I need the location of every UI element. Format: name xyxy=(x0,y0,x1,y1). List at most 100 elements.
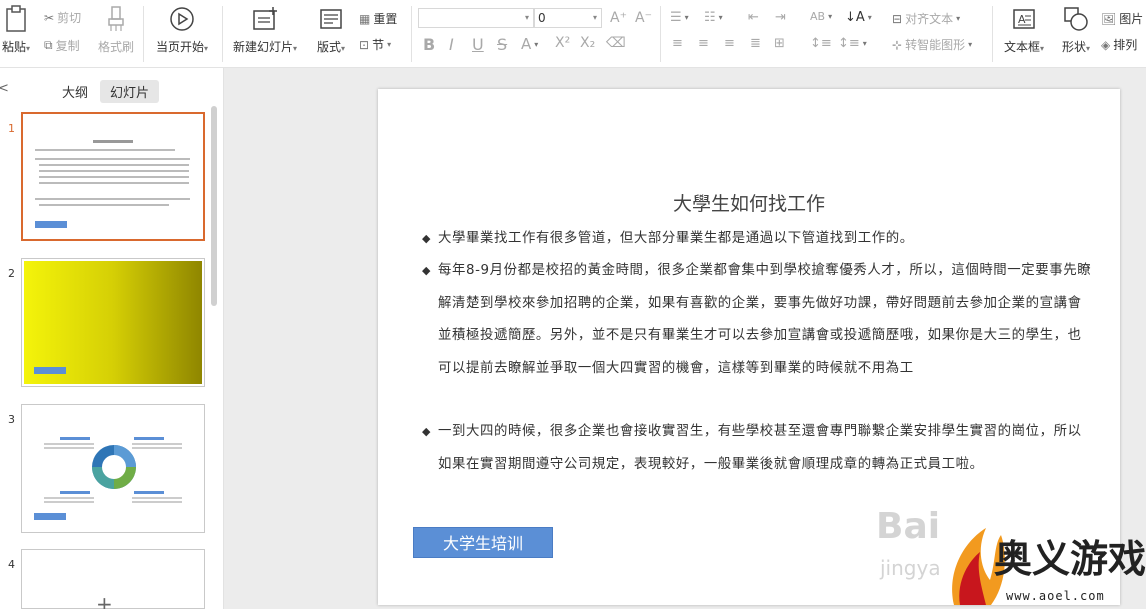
slide-bullet-1[interactable]: ◆ 大學畢業找工作有很多管道，但大部分畢業生都是通過以下管道找到工作的。 xyxy=(422,223,1092,256)
layers-icon: ◈ xyxy=(1101,37,1111,52)
font-color-button[interactable]: A ▾ xyxy=(521,35,538,53)
site-logo-icon: 奥义游戏网 www.aoel.com xyxy=(952,528,1146,605)
justify-icon: ≣ xyxy=(750,36,761,51)
align-right-icon: ≡ xyxy=(724,36,735,51)
bullet-text: 大學畢業找工作有很多管道，但大部分畢業生都是通過以下管道找到工作的。 xyxy=(438,231,914,246)
plus-icon: + xyxy=(96,592,113,609)
layout-button[interactable]: 版式▾ xyxy=(312,4,350,55)
text-box-icon: A xyxy=(1012,4,1036,34)
layout-icon xyxy=(319,4,343,34)
tab-slides[interactable]: 幻灯片 xyxy=(100,80,160,103)
italic-button[interactable]: I xyxy=(449,35,454,54)
shrink-font-icon: A⁻ xyxy=(635,10,652,26)
bullet-text: 一到大四的時候，很多企業也會接收實習生，有些學校甚至還會專門聯繫企業安排學生實習… xyxy=(438,424,1082,472)
clear-format-button[interactable]: ⌫ xyxy=(606,35,626,51)
arrange-label: 排列 xyxy=(1113,38,1138,52)
bullet-text: 每年8-9月份都是校招的黃金時間，很多企業都會集中到學校搶奪優秀人才，所以，這個… xyxy=(438,263,1092,376)
scissors-icon: ✂ xyxy=(44,10,55,25)
ribbon-divider xyxy=(411,6,412,62)
align-left-icon: ≡ xyxy=(672,36,683,51)
slide-bullet-2[interactable]: ◆ 每年8-9月份都是校招的黃金時間，很多企業都會集中到學校搶奪優秀人才，所以，… xyxy=(422,255,1092,385)
play-from-current-label: 当页开始 xyxy=(155,40,204,54)
text-box-button[interactable]: A 文本框▾ xyxy=(1000,4,1048,55)
line-spacing-button[interactable]: ↕≡ xyxy=(810,36,832,51)
superscript-button[interactable]: X² xyxy=(555,35,570,51)
ribbon-divider xyxy=(992,6,993,62)
picture-icon: 🖼 xyxy=(1101,11,1117,26)
new-slide-button[interactable]: 新建幻灯片▾ xyxy=(232,4,298,55)
distribute-button[interactable]: ⊞ xyxy=(774,36,785,51)
shapes-icon xyxy=(1063,4,1089,34)
bullet-list-button[interactable]: ☰ ▾ xyxy=(670,10,689,25)
align-text-button[interactable]: ⊟ 对齐文本 ▾ xyxy=(892,10,960,27)
grow-font-button[interactable]: A⁺ xyxy=(610,10,627,26)
new-slide-label: 新建幻灯片 xyxy=(232,40,293,54)
align-left-button[interactable]: ≡ xyxy=(672,36,683,51)
numbered-list-button[interactable]: ☷ ▾ xyxy=(704,10,723,25)
text-box-label: 文本框 xyxy=(1003,40,1040,54)
align-right-button[interactable]: ≡ xyxy=(724,36,735,51)
ribbon-toolbar: 粘贴▾ ✂ 剪切 ⧉ 复制 格式刷 当页开始▾ 新建幻灯片▾ 版式▾ ▦ 重置 … xyxy=(0,0,1146,68)
slide-number: 2 xyxy=(8,267,15,280)
chevron-left-icon: < xyxy=(0,81,9,96)
paragraph-spacing-icon: ↕≡ xyxy=(838,36,860,51)
align-text-icon: ⊟ xyxy=(892,11,903,26)
ribbon-divider xyxy=(222,6,223,62)
smart-art-icon: ⊹ xyxy=(892,37,903,52)
add-slide-button[interactable]: + xyxy=(96,592,113,609)
copy-button[interactable]: ⧉ 复制 xyxy=(44,37,80,54)
superscript-icon: X² xyxy=(555,35,571,51)
paste-button[interactable]: 粘贴▾ xyxy=(0,4,36,55)
collapse-panel-button[interactable]: < xyxy=(0,81,9,96)
underline-icon: U xyxy=(472,35,484,54)
slide-thumbnail-4[interactable] xyxy=(21,549,205,609)
shape-label: 形状 xyxy=(1061,40,1086,54)
play-from-current-button[interactable]: 当页开始▾ xyxy=(152,4,212,55)
align-text-label: 对齐文本 xyxy=(905,12,954,26)
new-slide-icon xyxy=(251,4,279,34)
format-painter-button[interactable]: 格式刷 xyxy=(96,4,136,55)
text-case-icon: AB xyxy=(810,10,826,23)
slide-thumbnail-1[interactable] xyxy=(21,112,205,241)
subscript-button[interactable]: X₂ xyxy=(580,35,595,51)
slide-action-button[interactable]: 大学生培训 xyxy=(413,527,553,558)
slide-1-preview xyxy=(35,140,190,228)
slide-bullet-3[interactable]: ◆ 一到大四的時候，很多企業也會接收實習生，有些學校甚至還會專門聯繫企業安排學生… xyxy=(422,416,1092,481)
decrease-indent-button[interactable]: ⇤ xyxy=(748,10,759,25)
slide-title[interactable]: 大學生如何找工作 xyxy=(378,189,1120,216)
strikethrough-button[interactable]: S xyxy=(497,35,507,54)
reset-label: 重置 xyxy=(373,12,398,26)
bold-icon: B xyxy=(423,35,436,54)
bold-button[interactable]: B xyxy=(423,35,435,54)
shape-button[interactable]: 形状▾ xyxy=(1056,4,1096,55)
font-size-select[interactable]: 0 ▾ xyxy=(534,8,602,28)
text-direction-button[interactable]: ↓A ▾ xyxy=(845,10,872,25)
shrink-font-button[interactable]: A⁻ xyxy=(635,10,652,26)
reset-icon: ▦ xyxy=(359,11,371,26)
paste-label: 粘贴 xyxy=(1,40,26,54)
underline-button[interactable]: U xyxy=(472,35,484,54)
eraser-icon: ⌫ xyxy=(606,35,626,51)
slide-thumbnail-3[interactable] xyxy=(21,404,205,533)
text-case-button[interactable]: AB ▾ xyxy=(810,10,832,23)
font-name-select[interactable]: ▾ xyxy=(418,8,534,28)
jingyan-watermark-text: jingya xyxy=(880,556,941,580)
justify-button[interactable]: ≣ xyxy=(750,36,761,51)
slide-thumbnail-2[interactable] xyxy=(21,258,205,387)
text-direction-icon: ↓A xyxy=(845,10,865,25)
clipboard-icon xyxy=(4,4,28,34)
paragraph-spacing-button[interactable]: ↕≡ ▾ xyxy=(838,36,867,51)
ribbon-divider xyxy=(660,6,661,62)
reset-button[interactable]: ▦ 重置 xyxy=(359,10,397,27)
increase-indent-button[interactable]: ⇥ xyxy=(775,10,786,25)
section-button[interactable]: ⊡ 节 ▾ xyxy=(359,36,391,53)
cut-button[interactable]: ✂ 剪切 xyxy=(44,9,81,26)
arrange-button[interactable]: ◈ 排列 xyxy=(1101,36,1137,53)
picture-button[interactable]: 🖼 图片 xyxy=(1101,10,1143,27)
line-spacing-icon: ↕≡ xyxy=(810,36,832,51)
tab-outline[interactable]: 大纲 xyxy=(52,80,98,103)
align-center-button[interactable]: ≡ xyxy=(698,36,709,51)
wps-presentation-window: { "ribbon": { "paste": "粘贴", "cut": "剪切"… xyxy=(0,0,1146,609)
smart-art-button[interactable]: ⊹ 转智能图形 ▾ xyxy=(892,36,972,53)
panel-scrollbar[interactable] xyxy=(211,106,217,306)
